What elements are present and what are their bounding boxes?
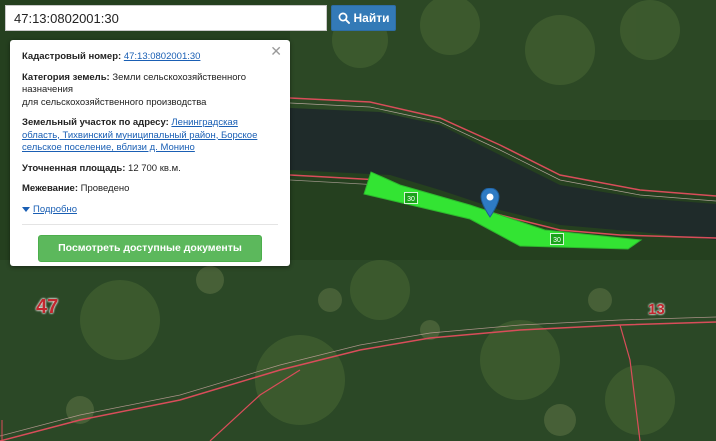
view-documents-button[interactable]: Посмотреть доступные документы	[38, 235, 262, 262]
details-link[interactable]: Подробно	[33, 204, 77, 217]
address-row: Земельный участок по адресу: Ленинградск…	[22, 117, 278, 155]
survey-label: Межевание:	[22, 183, 78, 194]
area-label: Уточненная площадь:	[22, 162, 126, 174]
caret-down-icon	[22, 207, 30, 213]
location-marker-icon[interactable]	[480, 188, 500, 218]
parcel-badge-a: 30	[404, 192, 418, 204]
parcel-number-label-left: 47	[36, 296, 59, 318]
category-value-sub: для сельскохозяйственного производства	[22, 96, 207, 108]
parcel-info-popup: ✕ Кадастровый номер: 47:13:0802001:30 Ка…	[10, 40, 290, 266]
cadastral-row: Кадастровый номер: 47:13:0802001:30	[22, 51, 278, 64]
parcel-number-label-right: 13	[648, 301, 665, 318]
parcel-badge-b-text: 30	[553, 237, 561, 244]
search-button[interactable]: Найти	[331, 5, 396, 31]
address-label: Земельный участок по адресу:	[22, 117, 169, 128]
details-toggle[interactable]: Подробно	[22, 204, 278, 217]
parcel-badge-b: 30	[550, 233, 564, 245]
search-button-label: Найти	[353, 11, 390, 25]
area-value: 12 700 кв.м.	[128, 162, 181, 174]
parcel-badge-a-text: 30	[407, 196, 415, 203]
search-icon	[338, 12, 350, 24]
survey-value: Проведено	[80, 183, 130, 194]
close-icon[interactable]: ✕	[270, 44, 282, 58]
survey-row: Межевание: Проведено	[22, 183, 278, 196]
cadastral-label: Кадастровый номер:	[22, 51, 122, 62]
search-box	[5, 5, 327, 31]
cadastral-number-link[interactable]: 47:13:0802001:30	[124, 51, 201, 62]
area-row: Уточненная площадь: 12 700 кв.м.	[22, 163, 278, 176]
category-row: Категория земель: Земли сельскохозяйстве…	[22, 72, 278, 110]
search-input[interactable]	[6, 6, 326, 30]
divider	[22, 224, 278, 225]
category-label: Категория земель:	[22, 71, 110, 83]
